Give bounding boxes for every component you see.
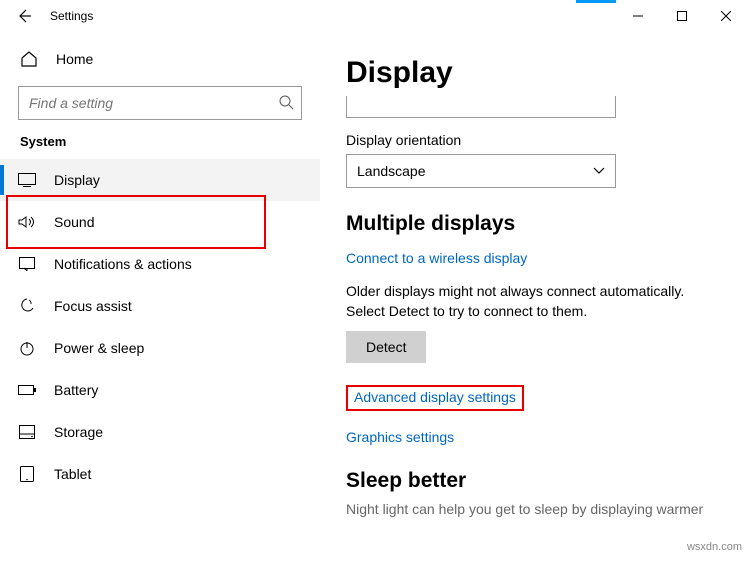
sidebar-item-label: Display: [54, 172, 100, 188]
close-icon: [721, 11, 731, 21]
sidebar-item-label: Tablet: [54, 466, 91, 482]
detect-button[interactable]: Detect: [346, 331, 426, 363]
sidebar-item-sound[interactable]: Sound: [0, 201, 320, 243]
sidebar-item-label: Sound: [54, 214, 94, 230]
home-nav[interactable]: Home: [0, 40, 320, 78]
sleep-better-text: Night light can help you get to sleep by…: [346, 501, 724, 517]
title-bar: Settings: [0, 0, 748, 32]
sidebar-item-label: Power & sleep: [54, 340, 144, 356]
orientation-value: Landscape: [357, 163, 426, 179]
battery-icon: [18, 381, 36, 399]
graphics-settings-link[interactable]: Graphics settings: [346, 429, 454, 445]
arrow-left-icon: [16, 8, 32, 24]
tablet-icon: [18, 465, 36, 483]
minimize-icon: [633, 11, 643, 21]
sidebar-item-storage[interactable]: Storage: [0, 411, 320, 453]
maximize-icon: [677, 11, 687, 21]
notifications-icon: [18, 255, 36, 273]
detect-description: Older displays might not always connect …: [346, 282, 724, 321]
home-label: Home: [56, 51, 93, 67]
page-title: Display: [346, 56, 724, 90]
orientation-dropdown[interactable]: Landscape: [346, 154, 616, 188]
advanced-display-link[interactable]: Advanced display settings: [354, 389, 516, 405]
display-icon: [18, 171, 36, 189]
search-icon: [278, 94, 294, 110]
search-input[interactable]: [18, 86, 302, 120]
sidebar-item-label: Focus assist: [54, 298, 132, 314]
storage-icon: [18, 423, 36, 441]
sidebar-item-label: Storage: [54, 424, 103, 440]
sidebar-item-label: Notifications & actions: [54, 256, 192, 272]
sidebar-item-battery[interactable]: Battery: [0, 369, 320, 411]
main-content: Display Display orientation Landscape Mu…: [320, 32, 748, 571]
focus-assist-icon: [18, 297, 36, 315]
sound-icon: [18, 213, 36, 231]
wireless-display-link[interactable]: Connect to a wireless display: [346, 250, 527, 266]
maximize-button[interactable]: [660, 0, 704, 32]
advanced-display-highlight: Advanced display settings: [346, 385, 524, 411]
chevron-down-icon: [593, 167, 605, 175]
sleep-better-heading: Sleep better: [346, 469, 724, 493]
sidebar: Home System Display Sound Notifications …: [0, 32, 320, 571]
sidebar-item-label: Battery: [54, 382, 98, 398]
sidebar-item-tablet[interactable]: Tablet: [0, 453, 320, 495]
sidebar-item-display[interactable]: Display: [0, 159, 320, 201]
close-button[interactable]: [704, 0, 748, 32]
sidebar-item-focus-assist[interactable]: Focus assist: [0, 285, 320, 327]
orientation-label: Display orientation: [346, 132, 724, 148]
multiple-displays-heading: Multiple displays: [346, 212, 724, 236]
previous-field-bottom[interactable]: [346, 96, 616, 118]
power-icon: [18, 339, 36, 357]
minimize-button[interactable]: [616, 0, 660, 32]
window-title: Settings: [50, 9, 93, 23]
sidebar-item-notifications[interactable]: Notifications & actions: [0, 243, 320, 285]
watermark: wsxdn.com: [687, 541, 742, 553]
search-box[interactable]: [18, 86, 302, 120]
category-label: System: [0, 134, 320, 159]
back-button[interactable]: [12, 4, 36, 28]
sidebar-item-power-sleep[interactable]: Power & sleep: [0, 327, 320, 369]
home-icon: [20, 50, 38, 68]
